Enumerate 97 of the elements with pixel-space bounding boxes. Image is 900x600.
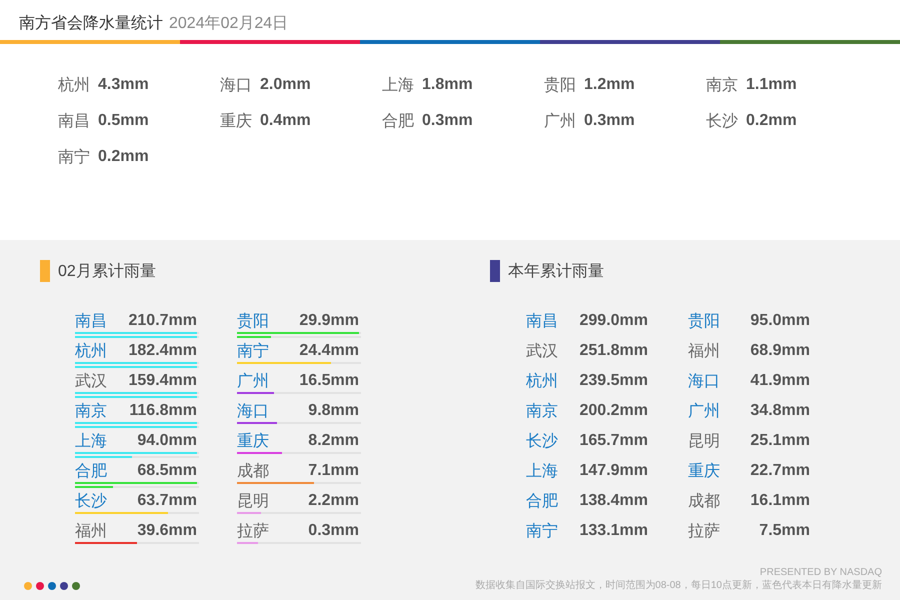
rainfall-value: 2.0mm (260, 76, 311, 94)
city-name: 广州 (544, 112, 576, 132)
rainfall-value: 165.7mm (580, 432, 648, 450)
city-name: 南京 (75, 402, 107, 422)
city-name: 南京 (706, 76, 738, 96)
rainfall-value: 1.1mm (746, 76, 797, 94)
city-name: 成都 (237, 462, 269, 482)
rainfall-value: 34.8mm (750, 402, 810, 420)
city-name: 福州 (688, 342, 720, 362)
city-name: 重庆 (237, 432, 269, 452)
rainfall-value: 0.3mm (308, 522, 359, 540)
rainfall-value: 0.2mm (98, 148, 149, 166)
rainfall-value: 22.7mm (750, 462, 810, 480)
section-title: 本年累计雨量 (508, 262, 604, 282)
color-dot (48, 582, 56, 590)
rainfall-value: 63.7mm (137, 492, 197, 510)
city-name: 南宁 (526, 522, 558, 542)
section-title: 02月累计雨量 (58, 262, 156, 282)
rainfall-value: 95.0mm (750, 312, 810, 330)
rainfall-value: 94.0mm (137, 432, 197, 450)
rainfall-value: 7.1mm (308, 462, 359, 480)
date-label: 2024年02月24日 (169, 14, 288, 34)
city-name: 成都 (688, 492, 720, 512)
city-name: 海口 (237, 402, 269, 422)
city-name: 广州 (688, 402, 720, 422)
city-name: 南宁 (58, 148, 90, 168)
city-name: 武汉 (75, 372, 107, 392)
rainfall-value: 8.2mm (308, 432, 359, 450)
city-name: 武汉 (526, 342, 558, 362)
city-name: 昆明 (237, 492, 269, 512)
city-name: 合肥 (526, 492, 558, 512)
city-name: 福州 (75, 522, 107, 542)
city-name: 海口 (220, 76, 252, 96)
color-dot (72, 582, 80, 590)
rainfall-value: 68.9mm (750, 342, 810, 360)
rainfall-value: 0.4mm (260, 112, 311, 130)
city-name: 南昌 (75, 312, 107, 332)
rainfall-value: 200.2mm (580, 402, 648, 420)
page-title: 南方省会降水量统计 (19, 14, 163, 34)
city-name: 贵阳 (237, 312, 269, 332)
color-dot (60, 582, 68, 590)
city-name: 昆明 (688, 432, 720, 452)
city-name: 合肥 (75, 462, 107, 482)
rainfall-value: 16.1mm (750, 492, 810, 510)
city-name: 合肥 (382, 112, 414, 132)
city-name: 长沙 (526, 432, 558, 452)
city-name: 上海 (526, 462, 558, 482)
rainfall-value: 239.5mm (580, 372, 648, 390)
city-name: 杭州 (58, 76, 90, 96)
city-name: 杭州 (526, 372, 558, 392)
city-name: 拉萨 (237, 522, 269, 542)
rainfall-value: 0.3mm (584, 112, 635, 130)
rainfall-value: 159.4mm (128, 372, 197, 390)
city-name: 海口 (688, 372, 720, 392)
rainfall-value: 4.3mm (98, 76, 149, 94)
rainfall-value: 182.4mm (128, 342, 197, 360)
city-name: 重庆 (220, 112, 252, 132)
city-name: 贵阳 (544, 76, 576, 96)
city-name: 长沙 (75, 492, 107, 512)
city-name: 拉萨 (688, 522, 720, 542)
rainfall-value: 0.5mm (98, 112, 149, 130)
city-name: 贵阳 (688, 312, 720, 332)
rainfall-value: 133.1mm (580, 522, 648, 540)
city-name: 重庆 (688, 462, 720, 482)
rainfall-value: 9.8mm (308, 402, 359, 420)
color-dot (36, 582, 44, 590)
rainfall-value: 2.2mm (308, 492, 359, 510)
city-name: 上海 (75, 432, 107, 452)
rainfall-value: 147.9mm (580, 462, 648, 480)
color-dot (24, 582, 32, 590)
credit-text: PRESENTED BY NASDAQ (758, 567, 882, 578)
rainfall-value: 1.8mm (422, 76, 473, 94)
city-name: 南昌 (526, 312, 558, 332)
rainfall-value: 1.2mm (584, 76, 635, 94)
city-name: 杭州 (75, 342, 107, 362)
city-name: 南昌 (58, 112, 90, 132)
city-name: 广州 (237, 372, 269, 392)
rainfall-value: 16.5mm (299, 372, 359, 390)
rainfall-value: 299.0mm (580, 312, 648, 330)
city-name: 长沙 (706, 112, 738, 132)
rainfall-value: 7.5mm (759, 522, 810, 540)
rainfall-value: 0.2mm (746, 112, 797, 130)
rainfall-value: 68.5mm (137, 462, 197, 480)
city-name: 上海 (382, 76, 414, 96)
rainfall-value: 25.1mm (750, 432, 810, 450)
rainfall-value: 39.6mm (137, 522, 197, 540)
rainfall-value: 138.4mm (580, 492, 648, 510)
rainfall-value: 41.9mm (750, 372, 810, 390)
rainfall-value: 210.7mm (128, 312, 197, 330)
rainfall-value: 24.4mm (299, 342, 359, 360)
rainfall-value: 0.3mm (422, 112, 473, 130)
rainfall-value: 29.9mm (299, 312, 359, 330)
city-name: 南京 (526, 402, 558, 422)
city-name: 南宁 (237, 342, 269, 362)
footnote-text: 数据收集自国际交换站报文，时间范围为08-08，每日10点更新，蓝色代表本日有降水量更新 (475, 578, 882, 592)
rainfall-value: 251.8mm (580, 342, 648, 360)
rainfall-value: 116.8mm (129, 402, 197, 420)
